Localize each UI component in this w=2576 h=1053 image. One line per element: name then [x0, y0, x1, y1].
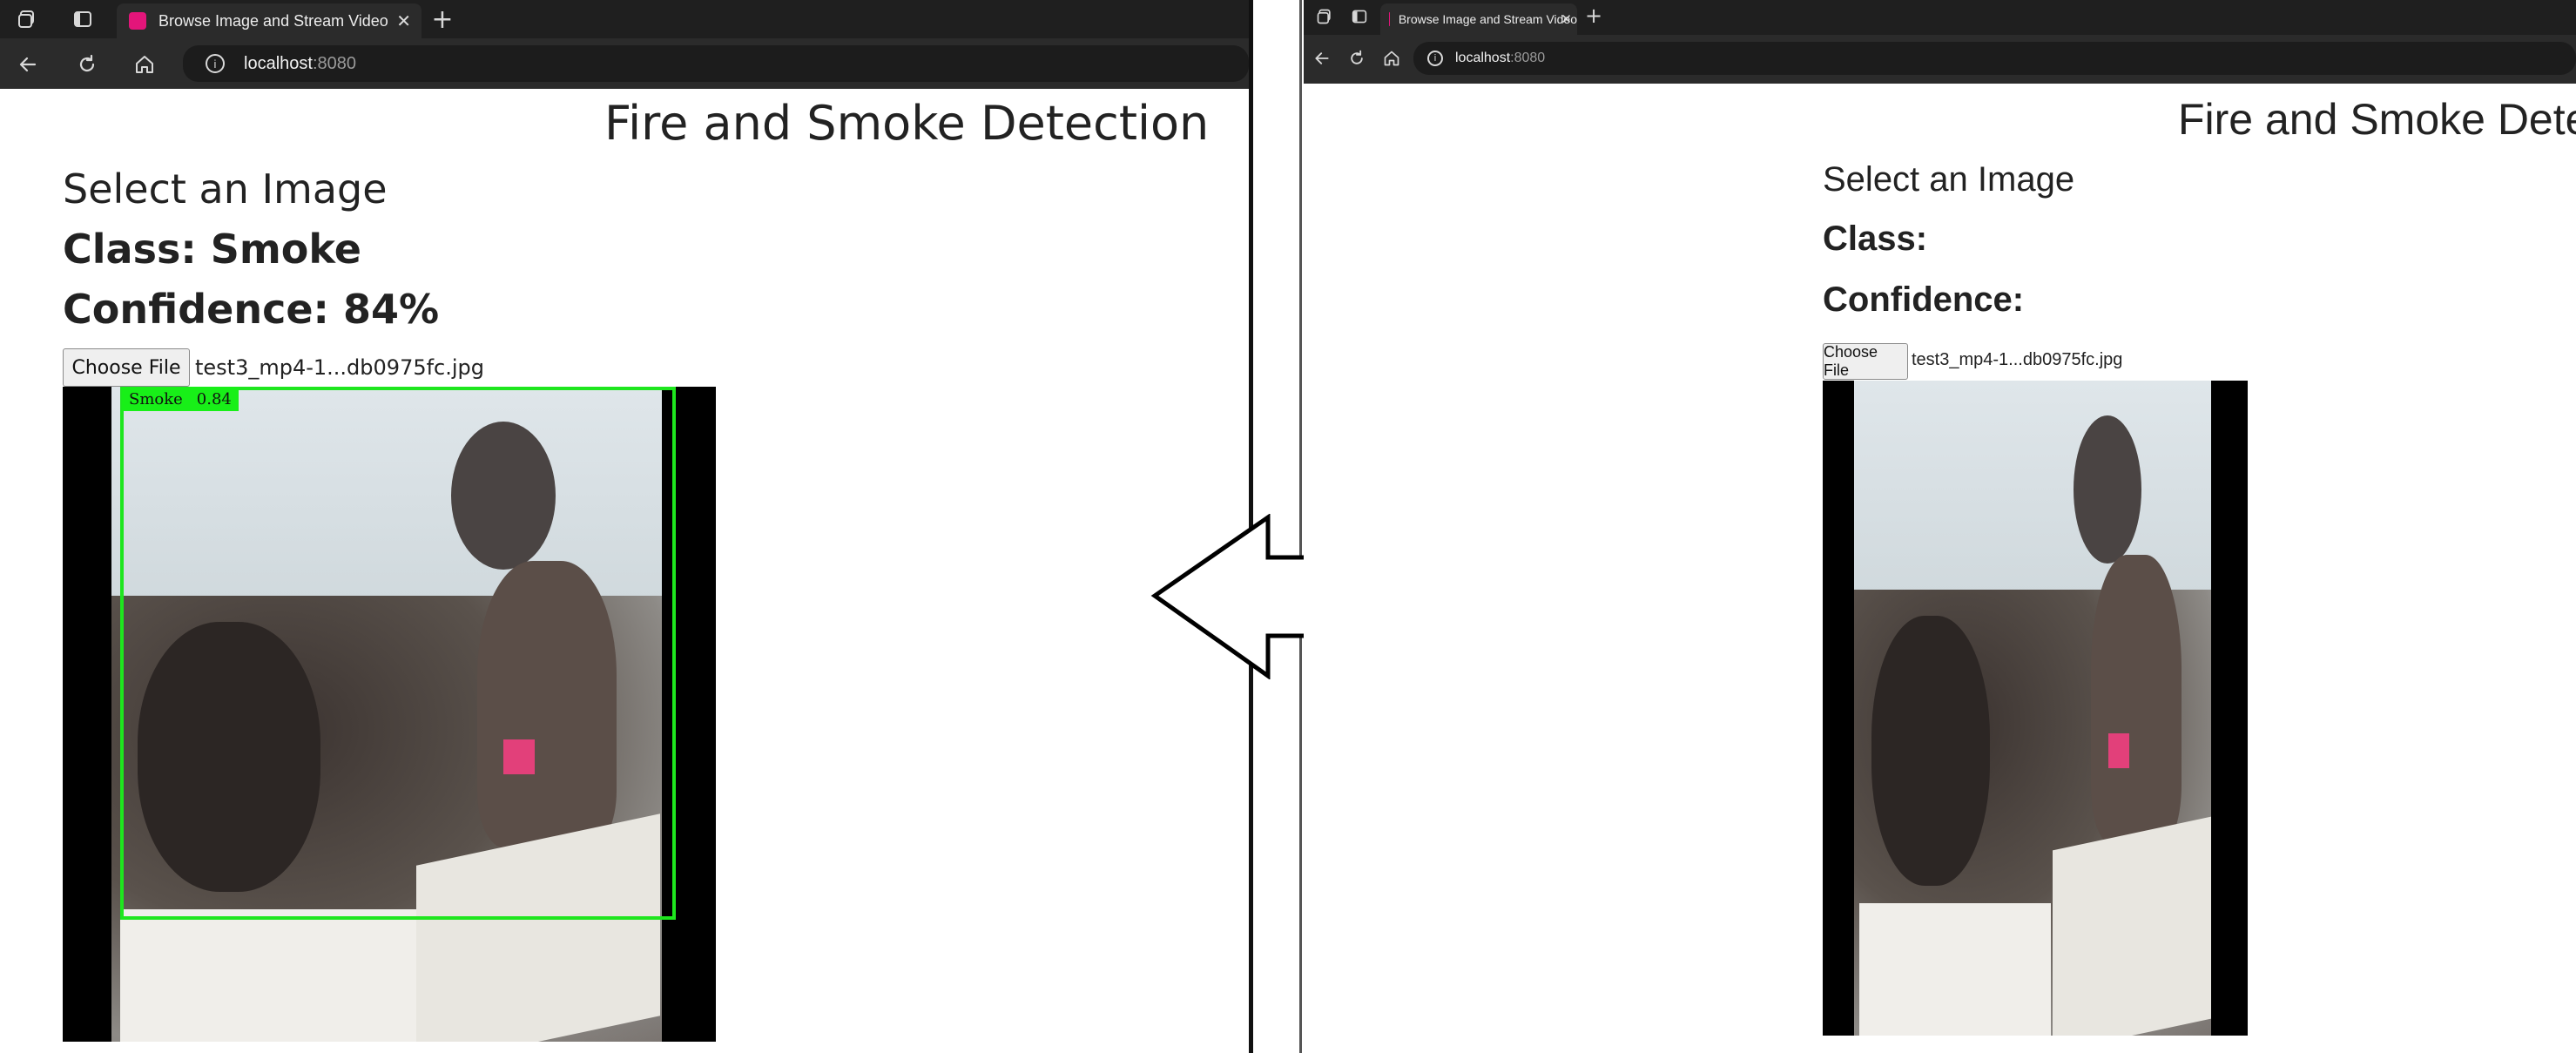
tab-bar: Browse Image and Stream Video ✕ + [0, 0, 1249, 38]
tab-title: Browse Image and Stream Video [1398, 12, 1577, 26]
tab-bar: Browse Image and Stream Video ✕ + [1304, 0, 2576, 35]
browser-window-before: Browse Image and Stream Video ✕ + i loca… [1304, 0, 2576, 1053]
back-arrow-icon[interactable] [14, 51, 42, 78]
tab-browse-image[interactable]: Browse Image and Stream Video ✕ [117, 3, 421, 38]
detection-image: Smoke 0.84 [63, 387, 716, 1042]
tab-actions-icon[interactable] [1312, 4, 1337, 29]
home-icon[interactable] [131, 51, 158, 78]
selected-file-name: test3_mp4-1...db0975fc.jpg [1912, 350, 2123, 369]
plus-icon[interactable]: + [1581, 3, 1607, 29]
page-content: Fire and Smoke Detection Select an Image… [0, 89, 1249, 1053]
select-image-heading: Select an Image [1823, 160, 2075, 199]
confidence-result: Confidence: [1823, 280, 2025, 319]
choose-file-button[interactable]: Choose File [1823, 343, 1908, 380]
close-icon[interactable]: ✕ [396, 10, 411, 32]
site-favicon-icon [1389, 12, 1390, 26]
cctv-scene [1854, 381, 2211, 1036]
vertical-tabs-icon[interactable] [68, 5, 98, 33]
site-favicon-icon [129, 12, 146, 30]
choose-file-button[interactable]: Choose File [63, 348, 190, 387]
vertical-tabs-icon[interactable] [1347, 4, 1372, 29]
selected-file-name: test3_mp4-1...db0975fc.jpg [195, 355, 485, 380]
uploaded-image [1823, 381, 2248, 1036]
detection-label: Smoke 0.84 [122, 387, 239, 411]
refresh-icon[interactable] [1345, 47, 1368, 70]
tab-actions-icon[interactable] [12, 5, 42, 33]
close-icon[interactable]: ✕ [1561, 11, 1572, 27]
url-text: localhost:8080 [244, 53, 356, 73]
back-arrow-icon[interactable] [1311, 47, 1333, 70]
page-title: Fire and Smoke Detection [2178, 95, 2576, 144]
select-image-heading: Select an Image [63, 165, 388, 213]
plus-icon[interactable]: + [427, 3, 458, 35]
browser-window-after: Browse Image and Stream Video ✕ + i loca… [0, 0, 1249, 1053]
info-icon[interactable]: i [1427, 51, 1443, 66]
class-result: Class: Smoke [63, 226, 361, 273]
address-bar[interactable]: i localhost:8080 [1413, 42, 2576, 75]
home-icon[interactable] [1380, 47, 1403, 70]
detection-score: 0.84 [196, 389, 232, 408]
detection-class: Smoke [129, 389, 183, 408]
confidence-result: Confidence: 84% [63, 286, 440, 333]
toolbar: i localhost:8080 [1304, 35, 2576, 84]
toolbar: i localhost:8080 [0, 38, 1249, 89]
info-icon[interactable]: i [206, 54, 225, 73]
address-bar[interactable]: i localhost:8080 [183, 45, 1249, 82]
page-content: Fire and Smoke Detection Select an Image… [1304, 85, 2576, 1053]
url-text: localhost:8080 [1455, 51, 1546, 65]
page-title: Fire and Smoke Detection [604, 96, 1210, 151]
refresh-icon[interactable] [73, 51, 101, 78]
detection-bounding-box [120, 387, 676, 920]
class-result: Class: [1823, 219, 1928, 258]
tab-browse-image[interactable]: Browse Image and Stream Video ✕ [1380, 3, 1577, 35]
tab-title: Browse Image and Stream Video [158, 11, 388, 30]
